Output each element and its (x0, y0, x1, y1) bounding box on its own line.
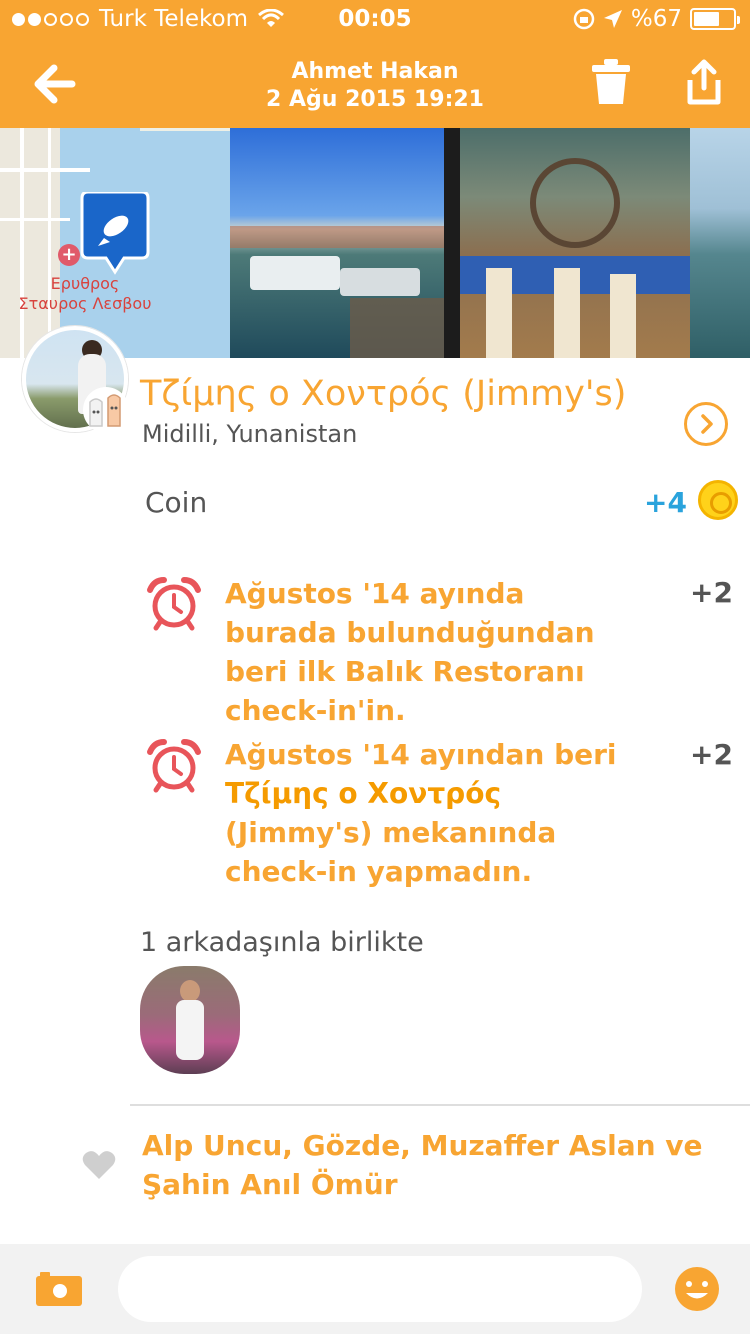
photo-divider (444, 128, 460, 358)
location-arrow-icon (603, 10, 622, 28)
venue-photo-harbor[interactable] (230, 128, 444, 358)
friend-avatar[interactable] (140, 966, 240, 1074)
bonus-venue-name: Τζίμης ο Χοντρός (225, 777, 502, 810)
battery-icon (690, 8, 740, 30)
bonus-text: Ağustos '14 ayından beri Τζίμης ο Χοντρό… (225, 738, 617, 888)
venue-map[interactable]: + Ερυθρος Σταυρος Λεσβου (0, 128, 230, 358)
header-title: Ahmet Hakan 2 Ağu 2015 19:21 (0, 58, 750, 114)
photo-strip[interactable]: + Ερυθρος Σταυρος Λεσβου (0, 128, 750, 358)
header-date: 2 Ağu 2015 19:21 (266, 87, 484, 112)
header-user-name: Ahmet Hakan (291, 59, 459, 84)
salt-pepper-badge-icon (83, 387, 129, 433)
rotation-lock-icon (573, 8, 595, 30)
smiley-icon[interactable] (674, 1266, 720, 1312)
friends-label: 1 arkadaşınla birlikte (140, 927, 424, 958)
coin-value: +4 (644, 486, 687, 519)
venue-name[interactable]: Τζίμης ο Χοντρός (Jimmy's) (140, 374, 626, 414)
venue-chevron-right-icon[interactable] (684, 402, 728, 446)
top-bar: Turk Telekom 00:05 %67 Ahmet Hakan 2 Ağu… (0, 0, 750, 128)
alarm-clock-icon (147, 577, 201, 631)
coin-icon (698, 480, 738, 520)
likes-list[interactable]: Alp Uncu, Gözde, Muzaffer Aslan ve Şahin… (142, 1126, 732, 1204)
comment-input[interactable] (118, 1256, 642, 1322)
fish-pin-icon (80, 192, 150, 275)
heart-icon[interactable] (82, 1150, 116, 1180)
battery-percent: %67 (630, 6, 682, 32)
share-icon[interactable] (682, 58, 726, 106)
camera-icon[interactable] (36, 1272, 82, 1306)
venue-photo-interior[interactable] (460, 128, 690, 358)
bonus-points: +2 (690, 576, 733, 609)
bonus-points: +2 (690, 738, 733, 771)
venue-location: Midilli, Yunanistan (142, 420, 358, 448)
status-bar: Turk Telekom 00:05 %67 (0, 0, 750, 40)
trash-icon[interactable] (590, 58, 632, 106)
venue-photo-sea[interactable] (690, 128, 750, 358)
bonus-text: Ağustos '14 ayında burada bulunduğundan … (225, 577, 595, 727)
coin-label: Coin (145, 486, 208, 519)
section-divider (130, 1104, 750, 1106)
alarm-clock-icon (147, 739, 201, 793)
